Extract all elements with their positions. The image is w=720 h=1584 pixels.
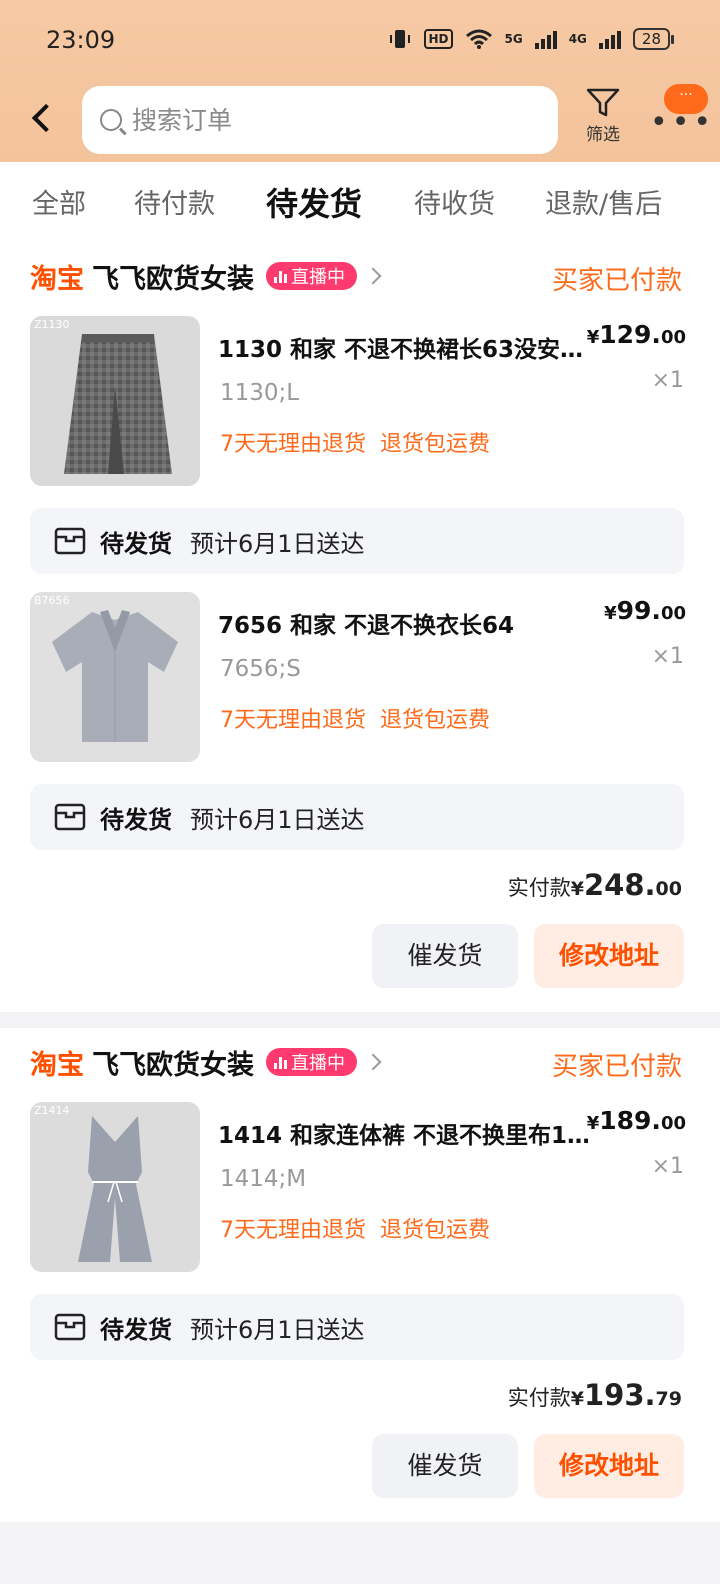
product-price: ¥129.00 (586, 320, 686, 349)
top-bar: 23:09 HD 5G 4G 28 筛选 ••• ··· (0, 0, 720, 162)
signal-icon (534, 29, 557, 49)
change-address-button[interactable]: 修改地址 (534, 924, 684, 988)
package-icon (54, 803, 86, 831)
chevron-right-icon (364, 1053, 382, 1071)
chevron-right-icon (364, 267, 382, 285)
live-label: 直播中 (291, 267, 345, 288)
shipping-eta: 预计6月1日送达 (190, 805, 365, 834)
product-title[interactable]: 1130 和家 不退不换裙长63没安… (218, 330, 588, 364)
order-total: 实付款¥248.00 (507, 868, 682, 902)
change-address-button[interactable]: 修改地址 (534, 1434, 684, 1498)
status-time: 23:09 (46, 26, 116, 54)
shipping-status-row[interactable]: 待发货 预计6月1日送达 (30, 1294, 684, 1360)
shipping-eta: 预计6月1日送达 (190, 529, 365, 558)
live-label: 直播中 (291, 1053, 345, 1074)
thumb-code: Z1414 (34, 1104, 70, 1117)
tag-7day-return: 7天无理由退货 (220, 1218, 366, 1243)
shipping-eta: 预计6月1日送达 (190, 1315, 365, 1344)
hd-icon: HD (424, 29, 453, 49)
product-qty: ×1 (651, 644, 684, 669)
product-title[interactable]: 7656 和家 不退不换衣长64 (218, 606, 588, 640)
battery-icon: 28 (632, 28, 675, 50)
live-icon (274, 1055, 287, 1069)
shipping-status-row[interactable]: 待发货 预计6月1日送达 (30, 784, 684, 850)
service-tags: 7天无理由退货 退货包运费 (220, 702, 490, 734)
skirt-image (30, 316, 200, 486)
order-card: 淘宝 飞飞欧货女装 直播中 买家已付款 Z1130 1130 和家 不退不换裙长… (0, 242, 720, 1012)
product-image[interactable]: Z1130 (30, 316, 200, 486)
tag-7day-return: 7天无理由退货 (220, 708, 366, 733)
thumb-code: Z1130 (34, 318, 70, 331)
net-4g-label: 4G (568, 32, 587, 46)
wifi-icon (465, 29, 492, 49)
shipping-status: 待发货 (100, 1315, 172, 1344)
jumpsuit-image (30, 1102, 200, 1272)
tag-free-return-shipping: 退货包运费 (380, 432, 491, 457)
order-total: 实付款¥193.79 (507, 1378, 682, 1412)
search-box[interactable] (82, 86, 558, 154)
product-image[interactable]: Z1414 (30, 1102, 200, 1272)
shirt-image (30, 592, 200, 762)
tab-pending-receipt[interactable]: 待收货 (414, 182, 495, 221)
tab-pending-shipment[interactable]: 待发货 (266, 179, 362, 225)
signal-icon-2 (598, 29, 621, 49)
search-icon (100, 109, 122, 131)
status-icons: HD 5G 4G 28 (388, 24, 675, 54)
filter-icon (586, 88, 620, 117)
package-icon (54, 527, 86, 555)
brand-label: 淘宝 (30, 1049, 84, 1081)
product-sku: 7656;S (220, 656, 301, 682)
filter-button[interactable]: 筛选 (578, 86, 628, 156)
product-title[interactable]: 1414 和家连体裤 不退不换里布1… (218, 1116, 588, 1150)
service-tags: 7天无理由退货 退货包运费 (220, 426, 490, 458)
shop-name: 飞飞欧货女装 (92, 263, 254, 295)
filter-label: 筛选 (586, 125, 620, 145)
product-price: ¥99.00 (604, 596, 686, 625)
tab-all[interactable]: 全部 (32, 182, 86, 221)
product-sku: 1414;M (220, 1166, 307, 1192)
product-sku: 1130;L (220, 380, 300, 406)
order-status: 买家已付款 (551, 266, 682, 296)
tab-pending-payment[interactable]: 待付款 (134, 182, 215, 221)
order-card: 淘宝 飞飞欧货女装 直播中 买家已付款 Z1414 1414 和家连体裤 不退不… (0, 1028, 720, 1522)
back-icon[interactable] (26, 98, 60, 138)
more-badge: ··· (664, 84, 708, 114)
live-badge[interactable]: 直播中 (266, 262, 357, 290)
product-image[interactable]: B7656 (30, 592, 200, 762)
package-icon (54, 1313, 86, 1341)
service-tags: 7天无理由退货 退货包运费 (220, 1212, 490, 1244)
shop-header[interactable]: 淘宝 飞飞欧货女装 直播中 (30, 256, 382, 296)
more-dots-icon: ••• (650, 105, 716, 140)
urge-shipment-button[interactable]: 催发货 (372, 924, 518, 988)
urge-shipment-button[interactable]: 催发货 (372, 1434, 518, 1498)
tag-free-return-shipping: 退货包运费 (380, 1218, 491, 1243)
shipping-status: 待发货 (100, 529, 172, 558)
tag-7day-return: 7天无理由退货 (220, 432, 366, 457)
status-bar: 23:09 HD 5G 4G 28 (0, 0, 720, 78)
product-qty: ×1 (651, 368, 684, 393)
product-price: ¥189.00 (586, 1106, 686, 1135)
tag-free-return-shipping: 退货包运费 (380, 708, 491, 733)
thumb-code: B7656 (34, 594, 70, 607)
shipping-status: 待发货 (100, 805, 172, 834)
live-icon (274, 269, 287, 283)
search-input[interactable] (132, 105, 532, 135)
more-menu-button[interactable]: ••• ··· (648, 84, 711, 138)
live-badge[interactable]: 直播中 (266, 1048, 357, 1076)
shop-header[interactable]: 淘宝 飞飞欧货女装 直播中 (30, 1042, 382, 1082)
order-status: 买家已付款 (551, 1052, 682, 1082)
shipping-status-row[interactable]: 待发货 预计6月1日送达 (30, 508, 684, 574)
net-5g-label: 5G (504, 32, 523, 46)
tab-refund-aftersale[interactable]: 退款/售后 (545, 182, 662, 221)
vibrate-icon (390, 30, 411, 48)
search-row: 筛选 ••• ··· (0, 78, 720, 162)
product-qty: ×1 (651, 1154, 684, 1179)
shop-name: 飞飞欧货女装 (92, 1049, 254, 1081)
brand-label: 淘宝 (30, 263, 84, 295)
order-tabs: 全部 待付款 待发货 待收货 退款/售后 (0, 162, 720, 242)
